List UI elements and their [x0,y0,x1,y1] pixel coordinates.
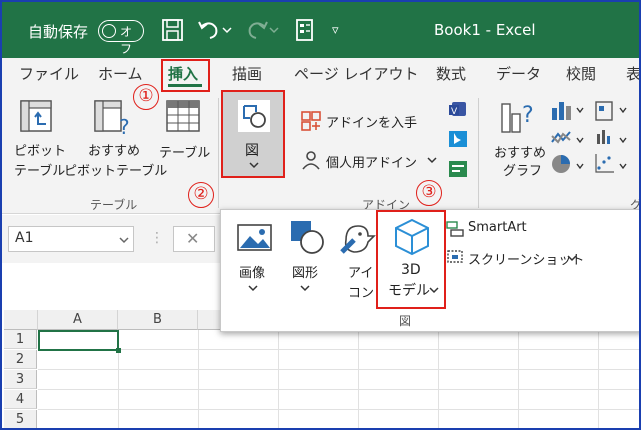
fill-handle[interactable] [116,348,121,353]
annotation-step-2: ② [188,182,214,208]
chevron-down-icon[interactable] [426,155,438,165]
image-icon[interactable] [236,222,274,254]
annotation-step-3: ③ [416,180,442,206]
row-header-3[interactable]: 3 [4,370,37,389]
cancel-icon[interactable]: ✕ [186,229,199,248]
chevron-down-icon[interactable] [299,283,311,293]
autosave-state: オフ [120,25,133,56]
row-header-1[interactable]: 1 [4,330,37,349]
group-label-table: テーブル [90,198,138,212]
image-label[interactable]: 画像 [239,262,265,281]
group-divider [478,98,479,208]
grid-line [38,349,639,350]
grid-line [438,330,439,428]
chart-types-icons-2 [595,101,627,173]
pivot-table-label-2: テーブル [14,164,66,179]
autosave-label: 自動保存 [28,23,89,41]
undo-icon[interactable] [196,16,222,44]
grid-line [198,330,199,428]
shape-label[interactable]: 図形 [292,262,318,281]
recommended-pivot-label-1: おすすめ [88,144,141,159]
window-frame: 自動保存 オフ ▿ Book1 - Excel ファイル ホーム 挿入 描画 ペ… [0,0,641,430]
annotation-box-illustrations [221,90,285,178]
title-bar: 自動保存 オフ ▿ Book1 - Excel [2,2,639,58]
people-graph-icon[interactable] [448,160,468,178]
window-title: Book1 - Excel [434,21,536,39]
svg-text:?: ? [119,115,130,138]
get-addins-icon[interactable] [300,110,322,132]
autosave-toggle[interactable]: オフ [98,20,144,56]
tab-formulas[interactable]: 数式 [436,63,466,84]
grid-line [358,330,359,428]
visio-icon[interactable]: V [448,100,468,118]
bing-maps-icon[interactable] [448,130,468,148]
tab-view-partial[interactable]: 表 [626,63,639,84]
table-icon[interactable] [164,98,202,136]
formula-bar-dots: ⋮ [150,230,164,246]
smartart-label[interactable]: SmartArt [468,220,527,235]
select-all-corner[interactable] [4,310,38,330]
annotation-step-1: ① [133,84,159,110]
save-icon[interactable] [160,16,186,44]
svg-text:?: ? [522,103,534,128]
grid-line [278,330,279,428]
dropdown-group-label: 図 [399,314,412,328]
smartart-icon[interactable] [446,220,464,238]
shape-icon[interactable] [288,218,326,256]
row-header-5[interactable]: 5 [4,410,37,428]
icons-icon[interactable] [338,218,378,258]
row-header-4[interactable]: 4 [4,390,37,409]
redo-icon[interactable] [244,16,270,44]
column-header-b[interactable]: B [118,310,198,330]
svg-text:V: V [451,107,458,117]
grid-line [38,389,639,390]
tab-page-layout[interactable]: ページ レイアウト [294,63,418,84]
undo-dropdown-icon[interactable] [221,16,233,44]
active-cell-a1[interactable] [38,330,119,351]
grid-line [598,330,599,428]
chevron-down-icon[interactable] [118,235,130,245]
pivot-table-icon[interactable] [18,98,56,136]
screenshot-icon[interactable] [446,248,464,266]
grid-line [518,330,519,428]
name-box[interactable]: A1 [8,226,134,252]
tab-file[interactable]: ファイル [19,63,79,84]
get-addins-label[interactable]: アドインを入手 [326,112,417,131]
group-divider [218,98,219,208]
chevron-down-icon[interactable] [247,283,259,293]
form-icon[interactable] [292,16,318,44]
ribbon-tabs: ファイル ホーム 挿入 描画 ページ レイアウト 数式 データ 校閲 表 [2,58,639,90]
my-addins-icon[interactable] [300,149,322,171]
recommended-charts-label-2: グラフ [503,164,543,179]
my-addins-label[interactable]: 個人用アドイン [326,152,417,171]
tab-draw[interactable]: 描画 [232,63,262,84]
grid-line [38,409,639,410]
tab-home[interactable]: ホーム [98,63,143,84]
annotation-box-3d-model [376,210,446,309]
toggle-knob [102,24,116,38]
name-box-value: A1 [15,230,34,246]
tab-review[interactable]: 校閲 [566,63,596,84]
recommended-charts-label-1: おすすめ [494,146,547,161]
chart-types-icons [551,102,584,173]
icons-label-2[interactable]: コン [348,282,374,301]
pivot-table-label-1: ピボット [14,144,67,159]
recommended-pivot-label-2: ピボットテーブル [64,164,168,179]
column-header-a[interactable]: A [38,310,118,330]
recommended-pivot-icon[interactable]: ? [92,98,134,138]
icons-label-1[interactable]: アイ [348,262,373,281]
tab-data[interactable]: データ [496,63,541,84]
table-label: テーブル [159,146,211,161]
row-header-2[interactable]: 2 [4,350,37,369]
annotation-box-insert-tab [161,59,210,92]
customize-qat-icon[interactable]: ▿ [332,23,339,38]
recommended-charts-icon[interactable]: ? [498,98,540,138]
chevron-down-icon[interactable] [566,253,578,263]
grid-line [38,369,639,370]
redo-dropdown-icon[interactable] [268,16,280,44]
